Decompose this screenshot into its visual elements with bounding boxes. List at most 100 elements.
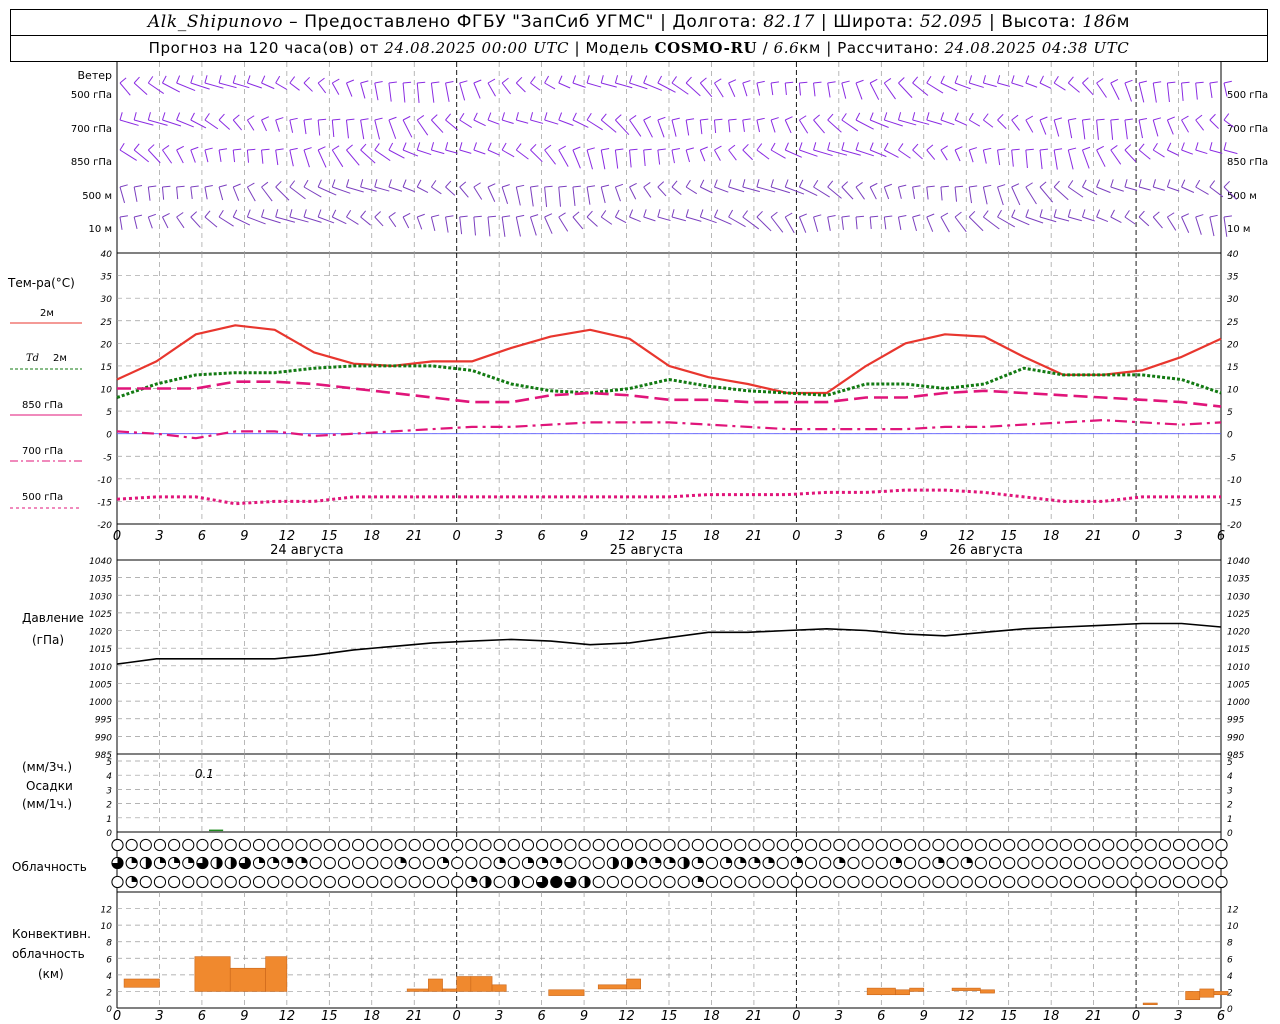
wind-barb bbox=[501, 149, 515, 158]
wind-barb-feather bbox=[417, 81, 426, 84]
cloud-cover-icon bbox=[1003, 856, 1016, 870]
cloud-circle bbox=[833, 838, 846, 852]
wind-barb bbox=[374, 82, 379, 101]
wind-barb bbox=[459, 82, 466, 101]
conv-cloud-bar bbox=[428, 978, 443, 992]
cloud-circle bbox=[1073, 838, 1087, 852]
conv-unit: (км) bbox=[38, 967, 64, 981]
cloud-cover-icon bbox=[1073, 838, 1087, 852]
wind-barb-feather bbox=[982, 75, 986, 84]
wind-barb-feather bbox=[331, 179, 336, 188]
wind-barb bbox=[1096, 186, 1111, 194]
cloud-cover-icon bbox=[1215, 838, 1228, 852]
x-tick-bottom: 18 bbox=[1043, 1009, 1060, 1024]
wind-barb-feather bbox=[643, 75, 648, 84]
wind-barb-feather bbox=[530, 214, 539, 218]
wind-barb-feather bbox=[445, 180, 452, 188]
wind-level-label-right: 10 м bbox=[1227, 224, 1250, 235]
cloud-cover-icon bbox=[252, 856, 266, 870]
wind-barb-feather bbox=[699, 209, 704, 218]
wind-barb bbox=[1082, 216, 1095, 222]
cloud-cover-icon bbox=[635, 875, 648, 889]
cloud-circle bbox=[380, 856, 393, 870]
wind-barb-feather bbox=[671, 148, 680, 151]
cloud-fill bbox=[556, 857, 562, 863]
wind-barb bbox=[1053, 119, 1060, 137]
cloud-cover-icon bbox=[861, 856, 874, 870]
wind-barb bbox=[332, 216, 347, 225]
cloud-circle bbox=[1201, 856, 1214, 870]
wind-barb-feather bbox=[827, 113, 834, 121]
wind-barb-feather bbox=[515, 143, 522, 151]
wind-barb-feather bbox=[1181, 142, 1185, 151]
cloud-circle bbox=[422, 838, 435, 852]
cloud-cover-icon bbox=[564, 856, 577, 870]
wind-barb bbox=[1096, 119, 1099, 140]
cloud-cover-icon bbox=[394, 875, 407, 889]
wind-barb-feather bbox=[162, 212, 170, 218]
cloud-circle bbox=[1102, 856, 1115, 870]
wind-barb bbox=[643, 216, 656, 222]
wind-barb bbox=[402, 119, 413, 138]
wind-barb bbox=[261, 149, 264, 164]
x-tick: 3 bbox=[495, 529, 503, 544]
wind-barb bbox=[218, 216, 234, 227]
wind-barb bbox=[615, 82, 633, 89]
cloud-cover-icon bbox=[380, 838, 393, 852]
wind-barb bbox=[445, 186, 456, 196]
wind-barb-feather bbox=[360, 179, 364, 188]
y-tick-precip-right: 5 bbox=[1227, 758, 1233, 768]
wind-barb-feather bbox=[303, 179, 309, 188]
cloud-cover-icon bbox=[720, 856, 733, 870]
cloud-circle bbox=[224, 838, 237, 852]
wind-barb-feather bbox=[1195, 142, 1199, 151]
cloud-fill bbox=[740, 857, 746, 863]
wind-barb-feather bbox=[799, 213, 807, 218]
wind-barb-feather bbox=[317, 179, 322, 188]
cloud-cover-icon bbox=[875, 856, 888, 870]
wind-barb bbox=[1011, 82, 1024, 88]
wind-barb-feather bbox=[1138, 179, 1142, 188]
cloud-circle bbox=[1187, 856, 1200, 870]
cloud-cover-icon bbox=[323, 856, 336, 870]
wind-barb-feather bbox=[487, 112, 492, 121]
y-tick-pressure: 1020 bbox=[89, 628, 112, 638]
wind-barb bbox=[827, 119, 842, 133]
wind-barb bbox=[1096, 216, 1109, 223]
cloud-cover-icon bbox=[1102, 838, 1115, 852]
wind-barb bbox=[1011, 149, 1014, 167]
cloud-circle bbox=[352, 856, 365, 870]
wind-barb-feather bbox=[629, 115, 637, 121]
cloud-cover-icon bbox=[1031, 856, 1044, 870]
wind-barb-feather bbox=[643, 148, 652, 151]
wind-barb bbox=[643, 149, 646, 167]
wind-barb bbox=[558, 216, 569, 232]
cloud-cover-icon bbox=[1130, 875, 1143, 889]
wind-barb-feather bbox=[430, 142, 435, 151]
y-tick-conv-right: 6 bbox=[1227, 955, 1233, 965]
wind-barb-feather bbox=[997, 209, 1002, 218]
cloud-circle bbox=[1102, 875, 1115, 889]
wind-barb-feather bbox=[360, 118, 369, 121]
wind-barb bbox=[600, 216, 613, 225]
precip-unit-top: (мм/3ч.) bbox=[22, 760, 72, 774]
cloud-cover-icon bbox=[337, 875, 351, 889]
legend-850-label: 850 гПа bbox=[22, 400, 63, 411]
wind-level-label: 500 гПа bbox=[71, 90, 112, 101]
wind-barb bbox=[346, 216, 359, 225]
conv-title-2: облачность bbox=[12, 947, 85, 961]
cloud-cover-icon bbox=[521, 838, 535, 852]
wind-barb bbox=[388, 186, 403, 192]
cloud-cover-icon bbox=[224, 856, 237, 870]
cloud-cover-icon bbox=[691, 838, 704, 852]
cloud-circle bbox=[493, 875, 506, 889]
wind-barb bbox=[1110, 186, 1124, 192]
wind-barb-feather bbox=[431, 81, 440, 84]
wind-barb bbox=[431, 149, 445, 155]
cloud-cover-icon bbox=[592, 838, 605, 852]
cloud-circle bbox=[819, 856, 832, 870]
wind-barb-feather bbox=[982, 113, 989, 121]
wind-barb-feather bbox=[686, 147, 694, 151]
wind-barb bbox=[699, 149, 706, 162]
cloud-cover-icon bbox=[946, 838, 959, 852]
